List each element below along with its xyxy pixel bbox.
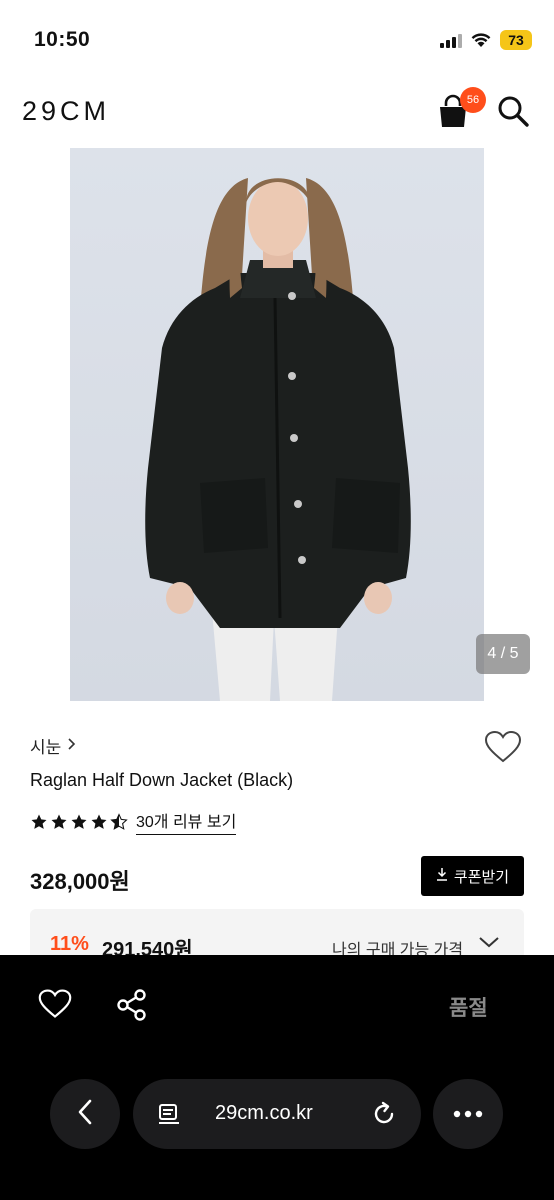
half-star-icon (110, 812, 128, 830)
status-icons: 73 (440, 30, 532, 50)
more-dots-icon (453, 1105, 483, 1123)
discount-rate: 11% (50, 933, 89, 955)
address-bar[interactable]: 29cm.co.kr (133, 1079, 421, 1149)
share-icon[interactable] (116, 988, 150, 1024)
coupon-button[interactable]: 쿠폰받기 (421, 856, 524, 896)
site-logo[interactable]: 29CM (22, 96, 110, 127)
status-bar: 10:50 73 (0, 0, 554, 80)
product-price: 328,000원 (30, 869, 130, 894)
brand-link[interactable]: 시눈 (30, 733, 77, 758)
search-icon[interactable] (496, 94, 530, 128)
star-icon (91, 814, 107, 829)
wishlist-heart-icon[interactable] (484, 730, 522, 766)
download-icon (436, 867, 448, 885)
chevron-down-icon (478, 935, 500, 954)
review-link[interactable]: 30개 리뷰 보기 (136, 808, 237, 835)
reload-icon[interactable] (371, 1101, 397, 1132)
status-time: 10:50 (34, 28, 91, 51)
star-icon (71, 814, 87, 829)
site-header: 29CM 56 (0, 80, 554, 144)
wifi-icon (470, 32, 492, 48)
star-rating (30, 812, 128, 831)
more-button[interactable] (433, 1079, 503, 1149)
chevron-left-icon (77, 1099, 93, 1130)
reader-icon[interactable] (157, 1102, 181, 1131)
product-name: Raglan Half Down Jacket (Black) (30, 770, 294, 790)
url-text: 29cm.co.kr (215, 1102, 313, 1124)
soldout-label: 품절 (449, 997, 488, 1020)
signal-icon (440, 32, 462, 48)
brand-name: 시눈 (30, 738, 62, 757)
star-icon (31, 814, 47, 829)
heart-icon[interactable] (38, 988, 74, 1022)
star-icon (51, 814, 67, 829)
chevron-right-icon (67, 736, 77, 756)
bottom-bar: 품절 29cm.co.kr (0, 955, 554, 1200)
coupon-label: 쿠폰받기 (453, 868, 510, 886)
battery-indicator: 73 (500, 30, 532, 50)
image-counter: 4 / 5 (476, 634, 530, 674)
back-button[interactable] (50, 1079, 120, 1149)
product-image[interactable] (70, 148, 484, 701)
rating-row: 30개 리뷰 보기 (30, 808, 237, 835)
cart-count-badge: 56 (460, 87, 486, 113)
